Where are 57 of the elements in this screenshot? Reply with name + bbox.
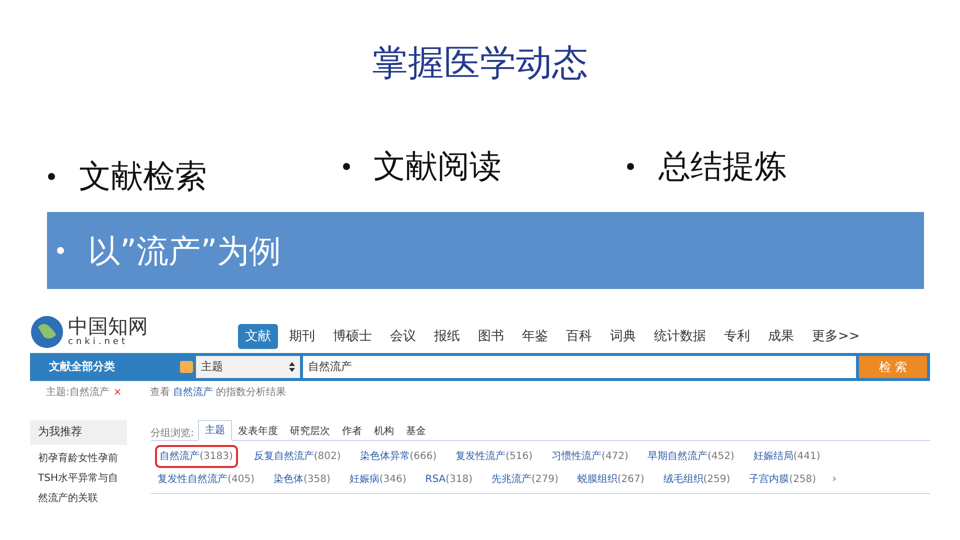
nav-tab[interactable]: 词典 <box>603 324 643 349</box>
browse-tab[interactable]: 机构 <box>368 422 400 441</box>
recommend-link[interactable]: 初孕育龄女性孕前TSH水平异常与自然流产的关联 <box>30 444 127 508</box>
nav-tab[interactable]: 文献 <box>238 324 278 349</box>
remove-button[interactable]: × <box>113 385 122 400</box>
topic-link[interactable]: 妊娠病(346) <box>346 470 410 489</box>
recommend-header: 为我推荐 <box>30 420 127 444</box>
topic-link[interactable]: 子宫内膜(258) <box>746 470 820 489</box>
browse-tab[interactable]: 发表年度 <box>232 422 284 441</box>
slide-title: 掌握医学动态 <box>371 42 589 86</box>
nav-tab[interactable]: 报纸 <box>427 324 467 349</box>
browse-tab[interactable]: 主题 <box>198 420 232 441</box>
bullet-text: 以”流产”为例 <box>88 230 282 272</box>
nav-tab[interactable]: 期刊 <box>282 324 322 349</box>
nav-tab[interactable]: 图书 <box>471 324 511 349</box>
topic-link[interactable]: 蜕膜组织(267) <box>574 470 648 489</box>
browse-tab[interactable]: 基金 <box>400 422 432 441</box>
logo-subtext: cnki.net <box>68 336 129 348</box>
bullet-icon <box>627 162 634 170</box>
nav-tab[interactable]: 统计数据 <box>647 324 713 349</box>
search-field[interactable]: 自然流产 <box>303 356 856 378</box>
field-select[interactable]: 主题 <box>196 356 300 378</box>
bullet-text: 总结提炼 <box>658 146 786 187</box>
topic-link[interactable]: 绒毛组织(259) <box>660 470 734 489</box>
bullet-icon <box>57 247 64 254</box>
bullet-icon <box>342 162 350 170</box>
nav-tab[interactable]: 会议 <box>383 324 423 349</box>
bullet-icon <box>48 172 55 180</box>
topic-link[interactable]: 反复自然流产(802) <box>250 447 344 466</box>
more-button[interactable]: › <box>832 471 836 488</box>
browse-label: 分组浏览: <box>150 426 194 441</box>
nav-tab[interactable]: 百科 <box>559 324 599 349</box>
topic-link[interactable]: 自然流产(3183) <box>154 445 238 468</box>
logo-text: 中国知网 <box>68 316 148 336</box>
nav-tab[interactable]: 更多>> <box>805 324 867 349</box>
topic-link[interactable]: 习惯性流产(472) <box>548 447 632 466</box>
browse-tab[interactable]: 研究层次 <box>284 422 336 441</box>
topic-link[interactable]: 先兆流产(279) <box>488 470 562 489</box>
category-dropdown[interactable]: 文献全部分类 <box>33 358 193 376</box>
nav-tab[interactable]: 博硕士 <box>326 324 379 349</box>
bullet-text: 文献阅读 <box>374 146 502 187</box>
topic-link[interactable]: 染色体(358) <box>270 470 334 489</box>
index-analysis-text: 查看 自然流产 的指数分析结果 <box>150 386 286 400</box>
topic-link[interactable]: RSA(318) <box>422 470 476 489</box>
browse-tab[interactable]: 作者 <box>336 422 368 441</box>
topic-link[interactable]: 染色体异常(666) <box>356 447 440 466</box>
topic-link[interactable]: 复发性自然流产(405) <box>154 470 258 489</box>
filter-tag: 主题:自然流产 <box>46 385 110 400</box>
nav-tab[interactable]: 专利 <box>717 324 757 349</box>
updown-icon <box>289 362 295 372</box>
globe-logo-icon <box>30 315 64 349</box>
bullet-text: 文献检索 <box>79 156 207 197</box>
nav-tab[interactable]: 年鉴 <box>515 324 555 349</box>
topic-link[interactable]: 早期自然流产(452) <box>644 447 738 466</box>
topic-link[interactable]: 妊娠结局(441) <box>750 447 824 466</box>
nav-tab[interactable]: 成果 <box>761 324 801 349</box>
topic-link[interactable]: 复发性流产(516) <box>452 447 536 466</box>
